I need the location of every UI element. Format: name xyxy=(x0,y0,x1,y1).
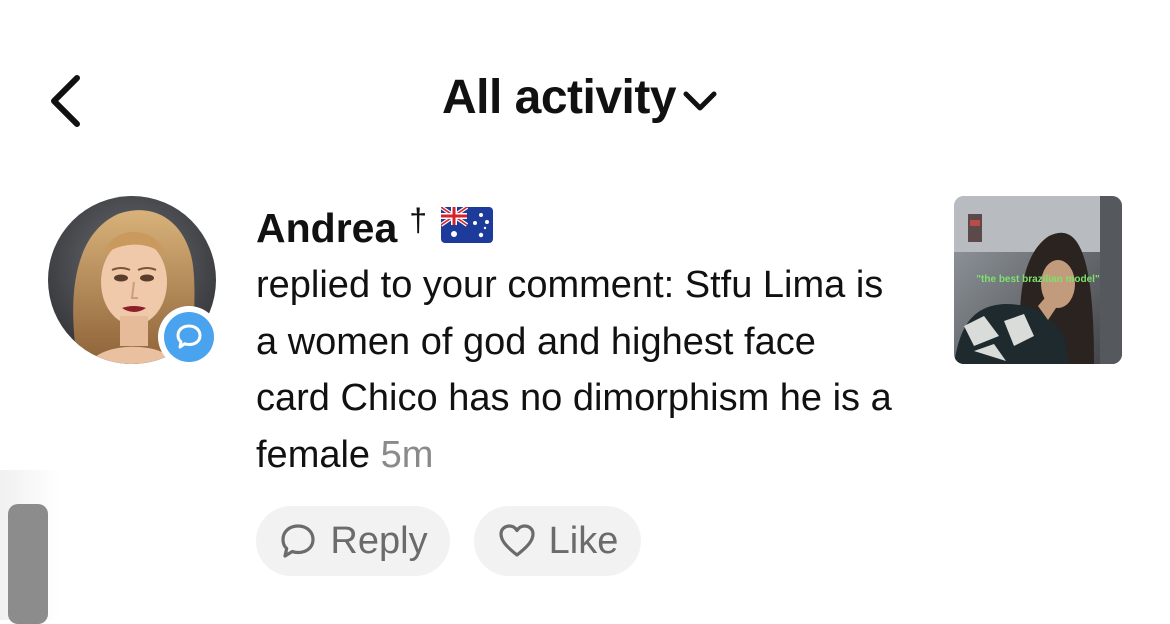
reply-button[interactable]: Reply xyxy=(256,506,450,576)
speech-bubble-icon xyxy=(281,524,316,558)
action-row: Reply Like xyxy=(256,506,641,576)
notification-message[interactable]: replied to your comment: Stfu Lima is a … xyxy=(256,257,896,483)
notification-content: Andrea † replied to your comment: Stfu L… xyxy=(256,202,896,483)
dagger-symbol: † xyxy=(409,201,428,238)
chevron-down-icon xyxy=(683,91,717,110)
heart-icon xyxy=(499,524,535,557)
thumbnail-image: "the best brazilian model" xyxy=(954,196,1122,364)
australia-flag-icon xyxy=(441,207,494,243)
scroll-handle[interactable] xyxy=(8,504,48,624)
username[interactable]: Andrea xyxy=(256,205,397,252)
activity-filter-dropdown[interactable]: All activity xyxy=(442,70,718,125)
name-row: Andrea † xyxy=(256,202,896,254)
like-button[interactable]: Like xyxy=(474,506,641,576)
video-thumbnail[interactable]: "the best brazilian model" xyxy=(954,196,1122,364)
like-label: Like xyxy=(548,519,619,562)
comment-bubble-icon xyxy=(176,324,202,349)
reply-label: Reply xyxy=(330,519,428,562)
page-title: All activity xyxy=(441,71,677,124)
message-text: replied to your comment: Stfu Lima is a … xyxy=(256,264,892,476)
thumbnail-caption: "the best brazilian model" xyxy=(976,274,1100,285)
timestamp: 5m xyxy=(380,433,434,476)
header: All activity xyxy=(0,70,1170,125)
comment-badge xyxy=(158,306,220,368)
